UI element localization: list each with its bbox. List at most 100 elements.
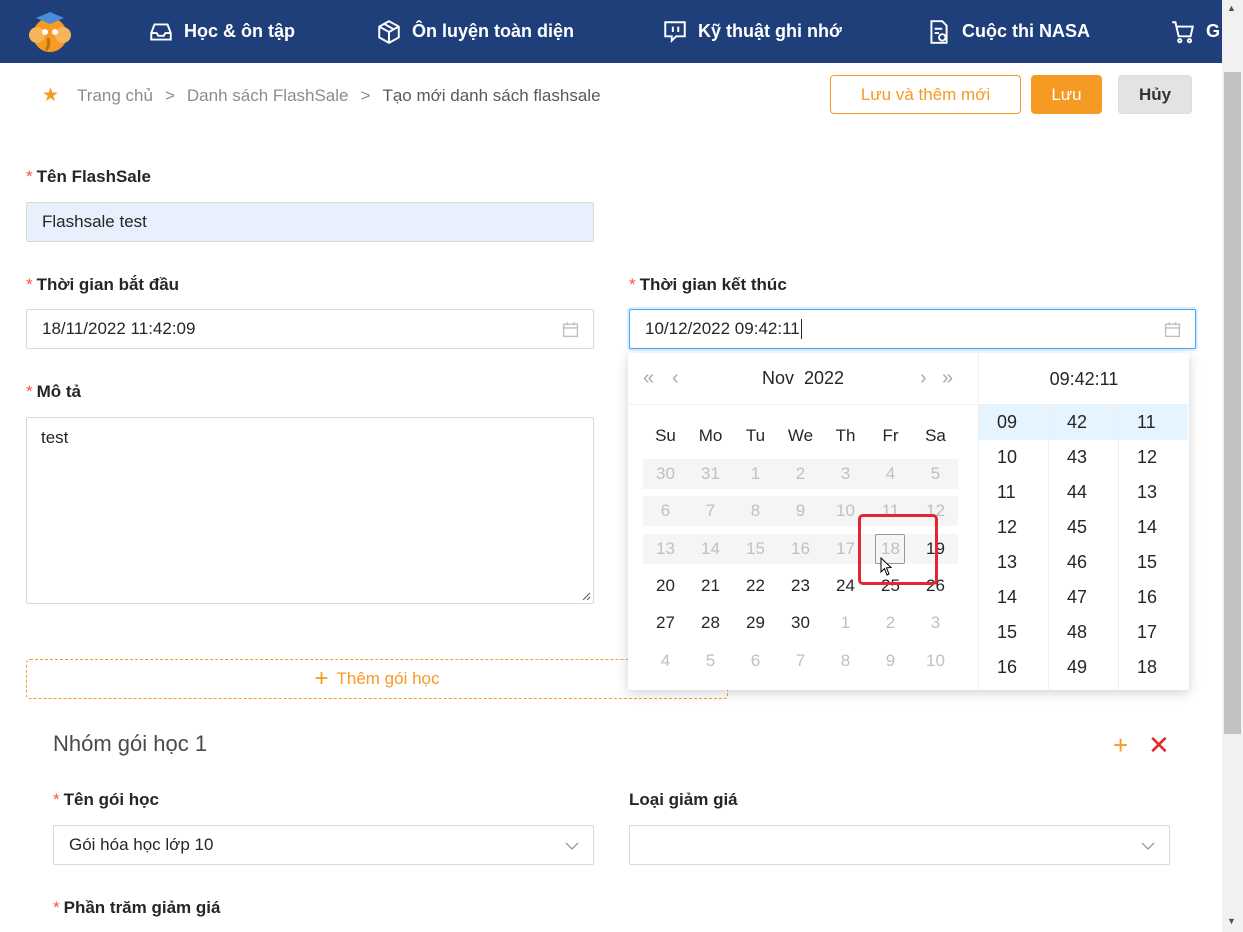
weekday-label: Sa — [925, 426, 946, 445]
seconds-column[interactable]: 11 12 13 14 15 16 17 18 — [1118, 405, 1188, 690]
time-header: 09:42:11 — [978, 353, 1189, 405]
calendar-day-cell[interactable]: 27 — [643, 608, 688, 638]
box-icon — [378, 19, 400, 44]
package-name-label: * Tên gói học — [53, 790, 160, 809]
group-title: Nhóm gói học 1 — [53, 731, 208, 756]
nav-item-cuoc-thi[interactable]: Cuộc thi NASA — [926, 0, 1090, 63]
star-icon: ★ — [42, 85, 60, 106]
scroll-up-icon[interactable]: ▲ — [1227, 3, 1236, 13]
breadcrumb: ★ Trang chủ > Danh sách FlashSale > Tạo … — [42, 84, 601, 107]
nav-item-on-luyen[interactable]: Ôn luyện toàn diện — [376, 0, 574, 63]
nav-item-ky-thuat[interactable]: Kỹ thuật ghi nhớ — [662, 0, 842, 63]
hours-column[interactable]: 09 10 11 12 13 14 15 16 — [978, 405, 1048, 690]
time-option[interactable]: 14 — [1119, 510, 1188, 545]
description-textarea[interactable]: test — [26, 417, 594, 604]
calendar-day-cell: 6 — [660, 501, 671, 520]
add-group-icon[interactable]: + — [1113, 732, 1128, 758]
calendar-day-cell: 7 — [705, 501, 716, 520]
cart-icon — [1172, 20, 1194, 43]
calendar-day-cell[interactable]: 7 — [778, 646, 823, 676]
calendar-day-cell[interactable]: 9 — [868, 646, 913, 676]
time-option[interactable]: 44 — [1049, 475, 1118, 510]
nav-item-cart[interactable]: G — [1170, 0, 1220, 63]
calendar-day-cell: 4 — [885, 464, 896, 483]
time-option[interactable]: 09 — [979, 405, 1048, 440]
calendar-day-cell[interactable]: 2 — [868, 608, 913, 638]
calendar-day-cell[interactable]: 20 — [643, 571, 688, 601]
save-button[interactable]: Lưu — [1031, 75, 1102, 114]
required-icon: * — [26, 382, 33, 401]
time-option[interactable]: 17 — [1119, 615, 1188, 650]
time-option[interactable]: 11 — [1119, 405, 1188, 440]
time-option[interactable]: 49 — [1049, 650, 1118, 685]
breadcrumb-list[interactable]: Danh sách FlashSale — [187, 86, 349, 106]
time-option[interactable]: 45 — [1049, 510, 1118, 545]
calendar-day-cell: 30 — [656, 464, 675, 483]
weekday-label: Th — [835, 426, 856, 445]
calendar-day-cell[interactable]: 22 — [733, 571, 778, 601]
calendar-day-cell[interactable]: 4 — [643, 646, 688, 676]
calendar-day-cell[interactable]: 28 — [688, 608, 733, 638]
time-option[interactable]: 12 — [1119, 440, 1188, 475]
time-option[interactable]: 42 — [1049, 405, 1118, 440]
end-time-input[interactable]: 10/12/2022 09:42:11 — [629, 309, 1196, 349]
time-option[interactable]: 13 — [1119, 475, 1188, 510]
scroll-down-icon[interactable]: ▼ — [1227, 916, 1236, 926]
calendar-day-cell: 1 — [750, 464, 761, 483]
calendar-day-cell[interactable]: 21 — [688, 571, 733, 601]
calendar-day-cell[interactable]: 30 — [778, 608, 823, 638]
highlight-annotation-box — [858, 514, 938, 585]
save-and-new-button[interactable]: Lưu và thêm mới — [830, 75, 1021, 114]
document-icon — [930, 19, 948, 44]
next-year-icon[interactable]: » — [942, 367, 953, 390]
calendar-day-cell: 2 — [795, 464, 806, 483]
resize-handle-icon[interactable] — [581, 591, 591, 601]
nav-item-hoc-on-tap[interactable]: Học & ôn tập — [148, 0, 295, 63]
calendar-day-cell[interactable]: 29 — [733, 608, 778, 638]
calendar-day-cell[interactable]: 8 — [823, 646, 868, 676]
time-option[interactable]: 15 — [979, 615, 1048, 650]
calendar-day-cell: 16 — [791, 539, 810, 558]
calendar-day-cell[interactable]: 5 — [688, 646, 733, 676]
time-option[interactable]: 10 — [979, 440, 1048, 475]
calendar-day-cell: 31 — [701, 464, 720, 483]
next-month-icon[interactable]: › — [920, 367, 927, 390]
time-option[interactable]: 16 — [979, 650, 1048, 685]
time-option[interactable]: 14 — [979, 580, 1048, 615]
calendar-day-cell[interactable]: 10 — [913, 646, 958, 676]
package-name-select[interactable]: Gói hóa học lớp 10 — [53, 825, 594, 865]
calendar-day-cell[interactable]: 3 — [913, 608, 958, 638]
time-option[interactable]: 48 — [1049, 615, 1118, 650]
discount-type-select[interactable] — [629, 825, 1170, 865]
year-select[interactable]: 2022 — [804, 368, 844, 388]
breadcrumb-home[interactable]: Trang chủ — [77, 86, 153, 106]
time-option[interactable]: 43 — [1049, 440, 1118, 475]
inbox-icon — [150, 22, 172, 41]
calendar-day-cell: 3 — [840, 464, 851, 483]
minutes-column[interactable]: 42 43 44 45 46 47 48 49 — [1048, 405, 1118, 690]
start-time-input[interactable]: 18/11/2022 11:42:09 — [26, 309, 594, 349]
remove-group-icon[interactable]: ✕ — [1148, 732, 1170, 758]
calendar-day-cell[interactable]: 6 — [733, 646, 778, 676]
calendar-day-cell[interactable]: 23 — [778, 571, 823, 601]
month-select[interactable]: Nov — [762, 368, 794, 388]
breadcrumb-separator: > — [360, 85, 371, 105]
time-option[interactable]: 12 — [979, 510, 1048, 545]
weekday-label: We — [787, 426, 814, 445]
time-option[interactable]: 47 — [1049, 580, 1118, 615]
start-time-label: * Thời gian bắt đầu — [26, 275, 180, 294]
time-option[interactable]: 13 — [979, 545, 1048, 580]
time-option[interactable]: 11 — [979, 475, 1048, 510]
time-option[interactable]: 16 — [1119, 580, 1188, 615]
calendar-icon — [1164, 322, 1181, 338]
time-option[interactable]: 15 — [1119, 545, 1188, 580]
logo-icon[interactable] — [26, 10, 74, 54]
time-option[interactable]: 18 — [1119, 650, 1188, 685]
cancel-button[interactable]: Hủy — [1118, 75, 1192, 114]
add-package-button[interactable]: + Thêm gói học — [26, 659, 728, 699]
time-option[interactable]: 46 — [1049, 545, 1118, 580]
scrollbar-thumb[interactable] — [1224, 72, 1241, 734]
flashsale-name-input[interactable]: Flashsale test — [26, 202, 594, 242]
calendar-day-cell[interactable]: 1 — [823, 608, 868, 638]
nav-label: Cuộc thi NASA — [962, 21, 1090, 41]
